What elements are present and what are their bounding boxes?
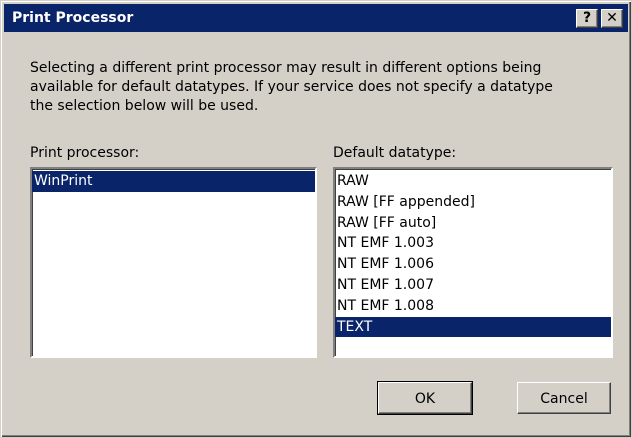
default-datatype-label: Default datatype:	[333, 145, 457, 161]
default-datatype-option[interactable]: RAW	[335, 171, 611, 192]
default-datatype-option[interactable]: TEXT	[335, 316, 611, 338]
default-datatype-option[interactable]: NT EMF 1.008	[335, 296, 611, 317]
default-datatype-option[interactable]: RAW [FF auto]	[335, 213, 611, 234]
ok-button[interactable]: OK	[377, 381, 473, 415]
print-processor-listbox[interactable]: WinPrint	[30, 167, 317, 358]
cancel-button[interactable]: Cancel	[517, 382, 611, 414]
help-button[interactable]: ?	[576, 9, 598, 28]
close-button[interactable]: ✕	[601, 9, 623, 28]
description-text: Selecting a different print processor ma…	[30, 59, 610, 116]
print-processor-dialog: Print Processor ? ✕ Selecting a differen…	[0, 0, 632, 438]
default-datatype-option[interactable]: NT EMF 1.006	[335, 254, 611, 275]
default-datatype-listbox[interactable]: RAW RAW [FF appended] RAW [FF auto] NT EMF …	[333, 167, 613, 358]
description-line: Selecting a different print processor ma…	[30, 60, 542, 76]
default-datatype-option[interactable]: NT EMF 1.007	[335, 275, 611, 296]
print-processor-option[interactable]: WinPrint	[32, 171, 315, 192]
print-processor-label: Print processor:	[30, 145, 140, 161]
description-line: available for default datatypes. If your…	[30, 79, 553, 95]
title-bar[interactable]: Print Processor ? ✕	[4, 4, 628, 32]
default-datatype-option[interactable]: NT EMF 1.003	[335, 233, 611, 254]
description-line: the selection below will be used.	[30, 98, 259, 114]
window-title: Print Processor	[12, 10, 134, 26]
default-datatype-option[interactable]: RAW [FF appended]	[335, 192, 611, 213]
